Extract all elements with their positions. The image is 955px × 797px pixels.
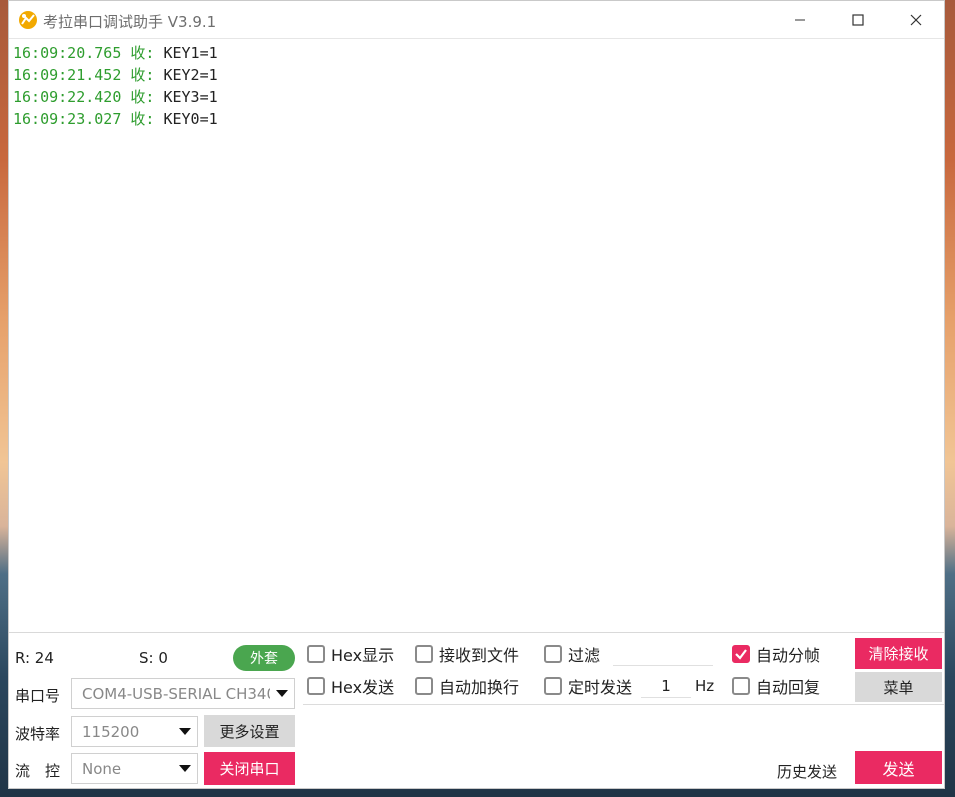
log-direction: 收: [130,44,155,62]
auto-frame-checkbox[interactable] [732,645,750,663]
hex-display-label: Hex显示 [331,646,395,665]
receive-text-area[interactable]: 16:09:20.765 收: KEY1=1 16:09:21.452 收: K… [9,39,944,633]
flow-value: None [82,760,122,778]
timed-send-rate-input[interactable] [641,674,691,698]
timed-send-option[interactable]: 定时发送 [544,674,632,698]
auto-reply-label: 自动回复 [756,678,821,697]
close-icon [910,14,922,26]
external-button[interactable]: 外套 [233,645,295,671]
app-window: 考拉串口调试助手 V3.9.1 16:09:20.765 收: KEY1=1 1… [8,0,945,789]
menu-button[interactable]: 菜单 [855,672,942,702]
dropdown-arrow-icon [173,717,197,746]
log-timestamp: 16:09:22.420 [13,88,122,106]
log-line: 16:09:20.765 收: KEY1=1 [13,42,944,64]
log-direction: 收: [130,88,155,106]
filter-input[interactable] [613,642,713,666]
log-line: 16:09:21.452 收: KEY2=1 [13,64,944,86]
log-message: KEY1=1 [163,44,218,62]
clear-receive-button[interactable]: 清除接收 [855,638,942,669]
dropdown-arrow-icon [270,679,294,708]
timed-send-unit: Hz [695,677,715,695]
hex-display-checkbox[interactable] [307,645,325,663]
auto-reply-option[interactable]: 自动回复 [732,674,820,698]
auto-frame-label: 自动分帧 [756,646,821,665]
log-direction: 收: [130,110,155,128]
log-timestamp: 16:09:21.452 [13,66,122,84]
auto-newline-label: 自动加换行 [439,678,520,697]
maximize-button[interactable] [829,1,887,39]
hex-send-checkbox[interactable] [307,677,325,695]
log-line: 16:09:22.420 收: KEY3=1 [13,86,944,108]
send-text-area[interactable] [303,704,944,788]
log-message: KEY0=1 [163,110,218,128]
auto-frame-option[interactable]: 自动分帧 [732,642,820,666]
more-settings-button[interactable]: 更多设置 [204,715,295,747]
recv-to-file-label: 接收到文件 [439,646,520,665]
filter-checkbox[interactable] [544,645,562,663]
port-select[interactable]: COM4-USB-SERIAL CH340 [71,678,295,709]
koala-app-icon [19,11,37,29]
log-message: KEY3=1 [163,88,218,106]
send-count: S: 0 [139,649,168,667]
log-line: 16:09:23.027 收: KEY0=1 [13,108,944,130]
title-bar: 考拉串口调试助手 V3.9.1 [9,1,944,39]
port-label: 串口号 [15,687,61,705]
hex-send-option[interactable]: Hex发送 [307,674,394,698]
receive-count: R: 24 [15,649,54,667]
baud-select[interactable]: 115200 [71,716,198,747]
baud-value: 115200 [82,723,140,741]
auto-reply-checkbox[interactable] [732,677,750,695]
maximize-icon [852,14,864,26]
filter-label: 过滤 [568,646,601,665]
log-message: KEY2=1 [163,66,218,84]
hex-send-label: Hex发送 [331,678,395,697]
window-title: 考拉串口调试助手 V3.9.1 [43,13,217,31]
close-port-button[interactable]: 关闭串口 [204,752,295,785]
filter-option[interactable]: 过滤 [544,642,600,666]
recv-to-file-checkbox[interactable] [415,645,433,663]
log-direction: 收: [130,66,155,84]
log-timestamp: 16:09:20.765 [13,44,122,62]
auto-newline-option[interactable]: 自动加换行 [415,674,519,698]
log-timestamp: 16:09:23.027 [13,110,122,128]
port-value: COM4-USB-SERIAL CH340 [82,685,276,703]
history-send-link[interactable]: 历史发送 [777,761,837,782]
timed-send-label: 定时发送 [568,678,633,697]
hex-display-option[interactable]: Hex显示 [307,642,394,666]
minimize-button[interactable] [771,1,829,39]
dropdown-arrow-icon [173,754,197,783]
send-button[interactable]: 发送 [855,751,942,784]
flow-label: 流 控 [15,762,61,780]
recv-to-file-option[interactable]: 接收到文件 [415,642,519,666]
timed-send-checkbox[interactable] [544,677,562,695]
minimize-icon [795,19,805,21]
baud-label: 波特率 [15,725,61,743]
check-icon [735,649,747,660]
close-button[interactable] [887,1,944,39]
control-panel: R: 24 S: 0 外套 串口号 COM4-USB-SERIAL CH340 … [9,634,944,788]
auto-newline-checkbox[interactable] [415,677,433,695]
flow-select[interactable]: None [71,753,198,784]
